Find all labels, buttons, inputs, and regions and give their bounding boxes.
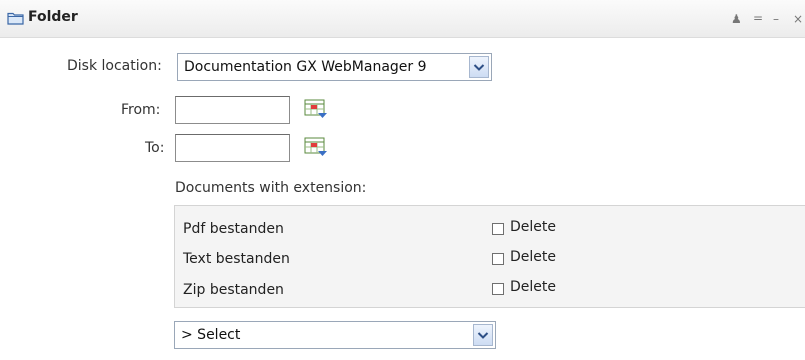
from-label: From: — [121, 102, 161, 118]
extensions-heading: Documents with extension: — [175, 180, 367, 196]
extension-label-text: Text bestanden — [183, 251, 290, 267]
minimize-icon[interactable]: – — [773, 13, 779, 25]
delete-text-checkbox[interactable] — [492, 253, 504, 265]
panel-title: Folder — [28, 9, 78, 25]
extensions-box: Pdf bestanden Delete Text bestanden Dele… — [174, 205, 805, 308]
delete-text-label[interactable]: Delete — [510, 249, 556, 265]
delete-zip-checkbox[interactable] — [492, 283, 504, 295]
from-date-input[interactable] — [175, 96, 290, 124]
disk-location-select[interactable]: Documentation GX WebManager 9 — [177, 53, 492, 81]
user-icon[interactable]: ♟ — [731, 13, 742, 25]
folder-icon — [7, 11, 24, 29]
close-icon[interactable]: × — [793, 13, 803, 25]
delete-zip-label[interactable]: Delete — [510, 279, 556, 295]
delete-pdf-label[interactable]: Delete — [510, 219, 556, 235]
to-date-input[interactable] — [175, 134, 290, 162]
folder-panel: Folder ♟ = – × Disk location: Documentat… — [0, 0, 805, 360]
chevron-down-icon[interactable] — [469, 56, 489, 78]
panel-title-bar: Folder ♟ = – × — [0, 0, 805, 38]
calendar-icon[interactable] — [304, 137, 328, 163]
calendar-icon[interactable] — [304, 99, 328, 125]
disk-location-label: Disk location: — [67, 58, 162, 74]
chevron-down-icon[interactable] — [473, 324, 493, 346]
disk-location-value: Documentation GX WebManager 9 — [184, 59, 427, 75]
menu-icon[interactable]: = — [753, 12, 763, 24]
extension-label-pdf: Pdf bestanden — [183, 221, 284, 237]
extension-label-zip: Zip bestanden — [183, 282, 284, 298]
action-select-value: > Select — [181, 327, 241, 343]
delete-pdf-checkbox[interactable] — [492, 223, 504, 235]
to-label: To: — [145, 140, 165, 156]
action-select[interactable]: > Select — [174, 321, 496, 349]
